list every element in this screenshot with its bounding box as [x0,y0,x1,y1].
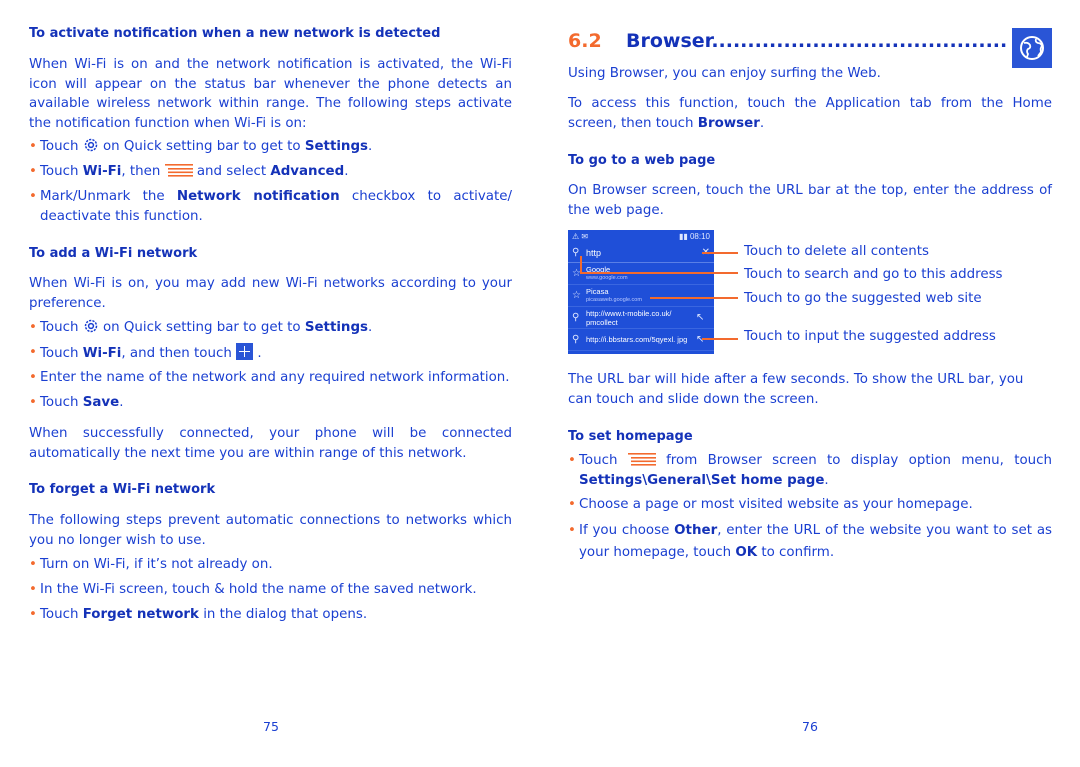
bullet-item: Mark/Unmark the Network notification che… [29,187,512,226]
star-icon: ☆ [572,290,581,301]
url-input[interactable]: http [586,248,696,258]
settings-gear-icon [84,138,97,152]
search-icon: ⚲ [572,334,580,345]
callout-line [650,297,738,299]
bullet-item: Touch on Quick setting bar to get to Set… [29,137,512,157]
browser-screenshot: ⚠ ✉ ▮▮ 08:10 ⚲ http ✕ ☆ Googlewww.google… [568,230,714,354]
add-icon [236,343,254,360]
heading-add-wifi: To add a Wi-Fi network [29,246,198,261]
search-icon: ⚲ [572,247,580,258]
callout-search-address: Touch to search and go to this address [744,267,1003,282]
bullet-item: Touch Save. [29,393,512,413]
page-number: 75 [263,719,279,734]
paragraph-browser-intro: Using Browser, you can enjoy surfing the… [568,66,881,81]
heading-set-homepage: To set homepage [568,429,693,444]
heading-go-to-web-page: To go to a web page [568,153,716,168]
callout-line [580,272,738,274]
section-title: Browser.................................… [626,30,1006,52]
menu-icon [164,164,193,177]
paragraph-notification-intro: When Wi-Fi is on and the network notific… [29,57,512,131]
page-number: 76 [802,719,818,734]
suggestion-row[interactable]: ☆ Google www.google.com [568,263,714,285]
bullet-item: Touch Wi-Fi, and then touch . [29,343,512,364]
heading-forget-wifi: To forget a Wi-Fi network [29,482,216,497]
paragraph-add-wifi-intro: When Wi-Fi is on, you may add new Wi-Fi … [29,276,512,311]
callout-suggested-site: Touch to go the suggested web site [744,291,982,306]
bullet-item: Touch on Quick setting bar to get to Set… [29,318,512,338]
url-bar[interactable]: ⚲ http ✕ [568,243,714,263]
bullet-item: Enter the name of the network and any re… [29,368,512,388]
suggestion-row[interactable]: ☆ Picasa picasaweb.google.com [568,285,714,307]
status-bar: ⚠ ✉ ▮▮ 08:10 [572,232,710,241]
paragraph-forget-intro: The following steps prevent automatic co… [29,513,512,548]
arrow-up-left-icon[interactable]: ↖ [696,312,710,323]
paragraph-connected-note: When successfully connected, your phone … [29,426,512,461]
suggestion-row[interactable]: ⚲ http://www.t-mobile.co.uk/ pmcollect ↖ [568,307,714,329]
paragraph-url-bar-hide: The URL bar will hide after a few second… [568,372,1024,407]
bullet-item: Touch Forget network in the dialog that … [29,605,512,625]
paragraph-browser-access: To access this function, touch the Appli… [568,96,1052,131]
bullet-item: Turn on Wi-Fi, if it’s not already on. [29,555,512,575]
bullet-item: If you choose Other, enter the URL of th… [568,520,1052,564]
left-page: To activate notification when a new netw… [29,0,512,767]
settings-gear-icon [84,319,97,333]
right-page: 6.2 Browser.............................… [568,0,1052,767]
search-icon: ⚲ [572,312,580,323]
bullet-item: Touch Wi-Fi, then and select Advanced. [29,162,512,182]
suggestion-row[interactable]: ⚲ http://i.bbstars.com/5qyexl. jpg ↖ [568,329,714,351]
callout-line [580,256,582,273]
bullet-item: Choose a page or most visited website as… [568,495,1052,515]
heading-activate-notification: To activate notification when a new netw… [29,26,441,41]
callout-input-address: Touch to input the suggested address [744,329,996,344]
callout-line [702,252,738,254]
paragraph-go-to-web-page: On Browser screen, touch the URL bar at … [568,183,1052,218]
globe-icon [1012,28,1052,68]
callout-line [702,338,738,340]
menu-icon [627,453,656,466]
callout-delete-contents: Touch to delete all contents [744,244,929,259]
section-number: 6.2 [568,30,602,52]
bullet-item: In the Wi-Fi screen, touch & hold the na… [29,580,512,600]
bullet-item: Touch from Browser screen to display opt… [568,451,1052,490]
